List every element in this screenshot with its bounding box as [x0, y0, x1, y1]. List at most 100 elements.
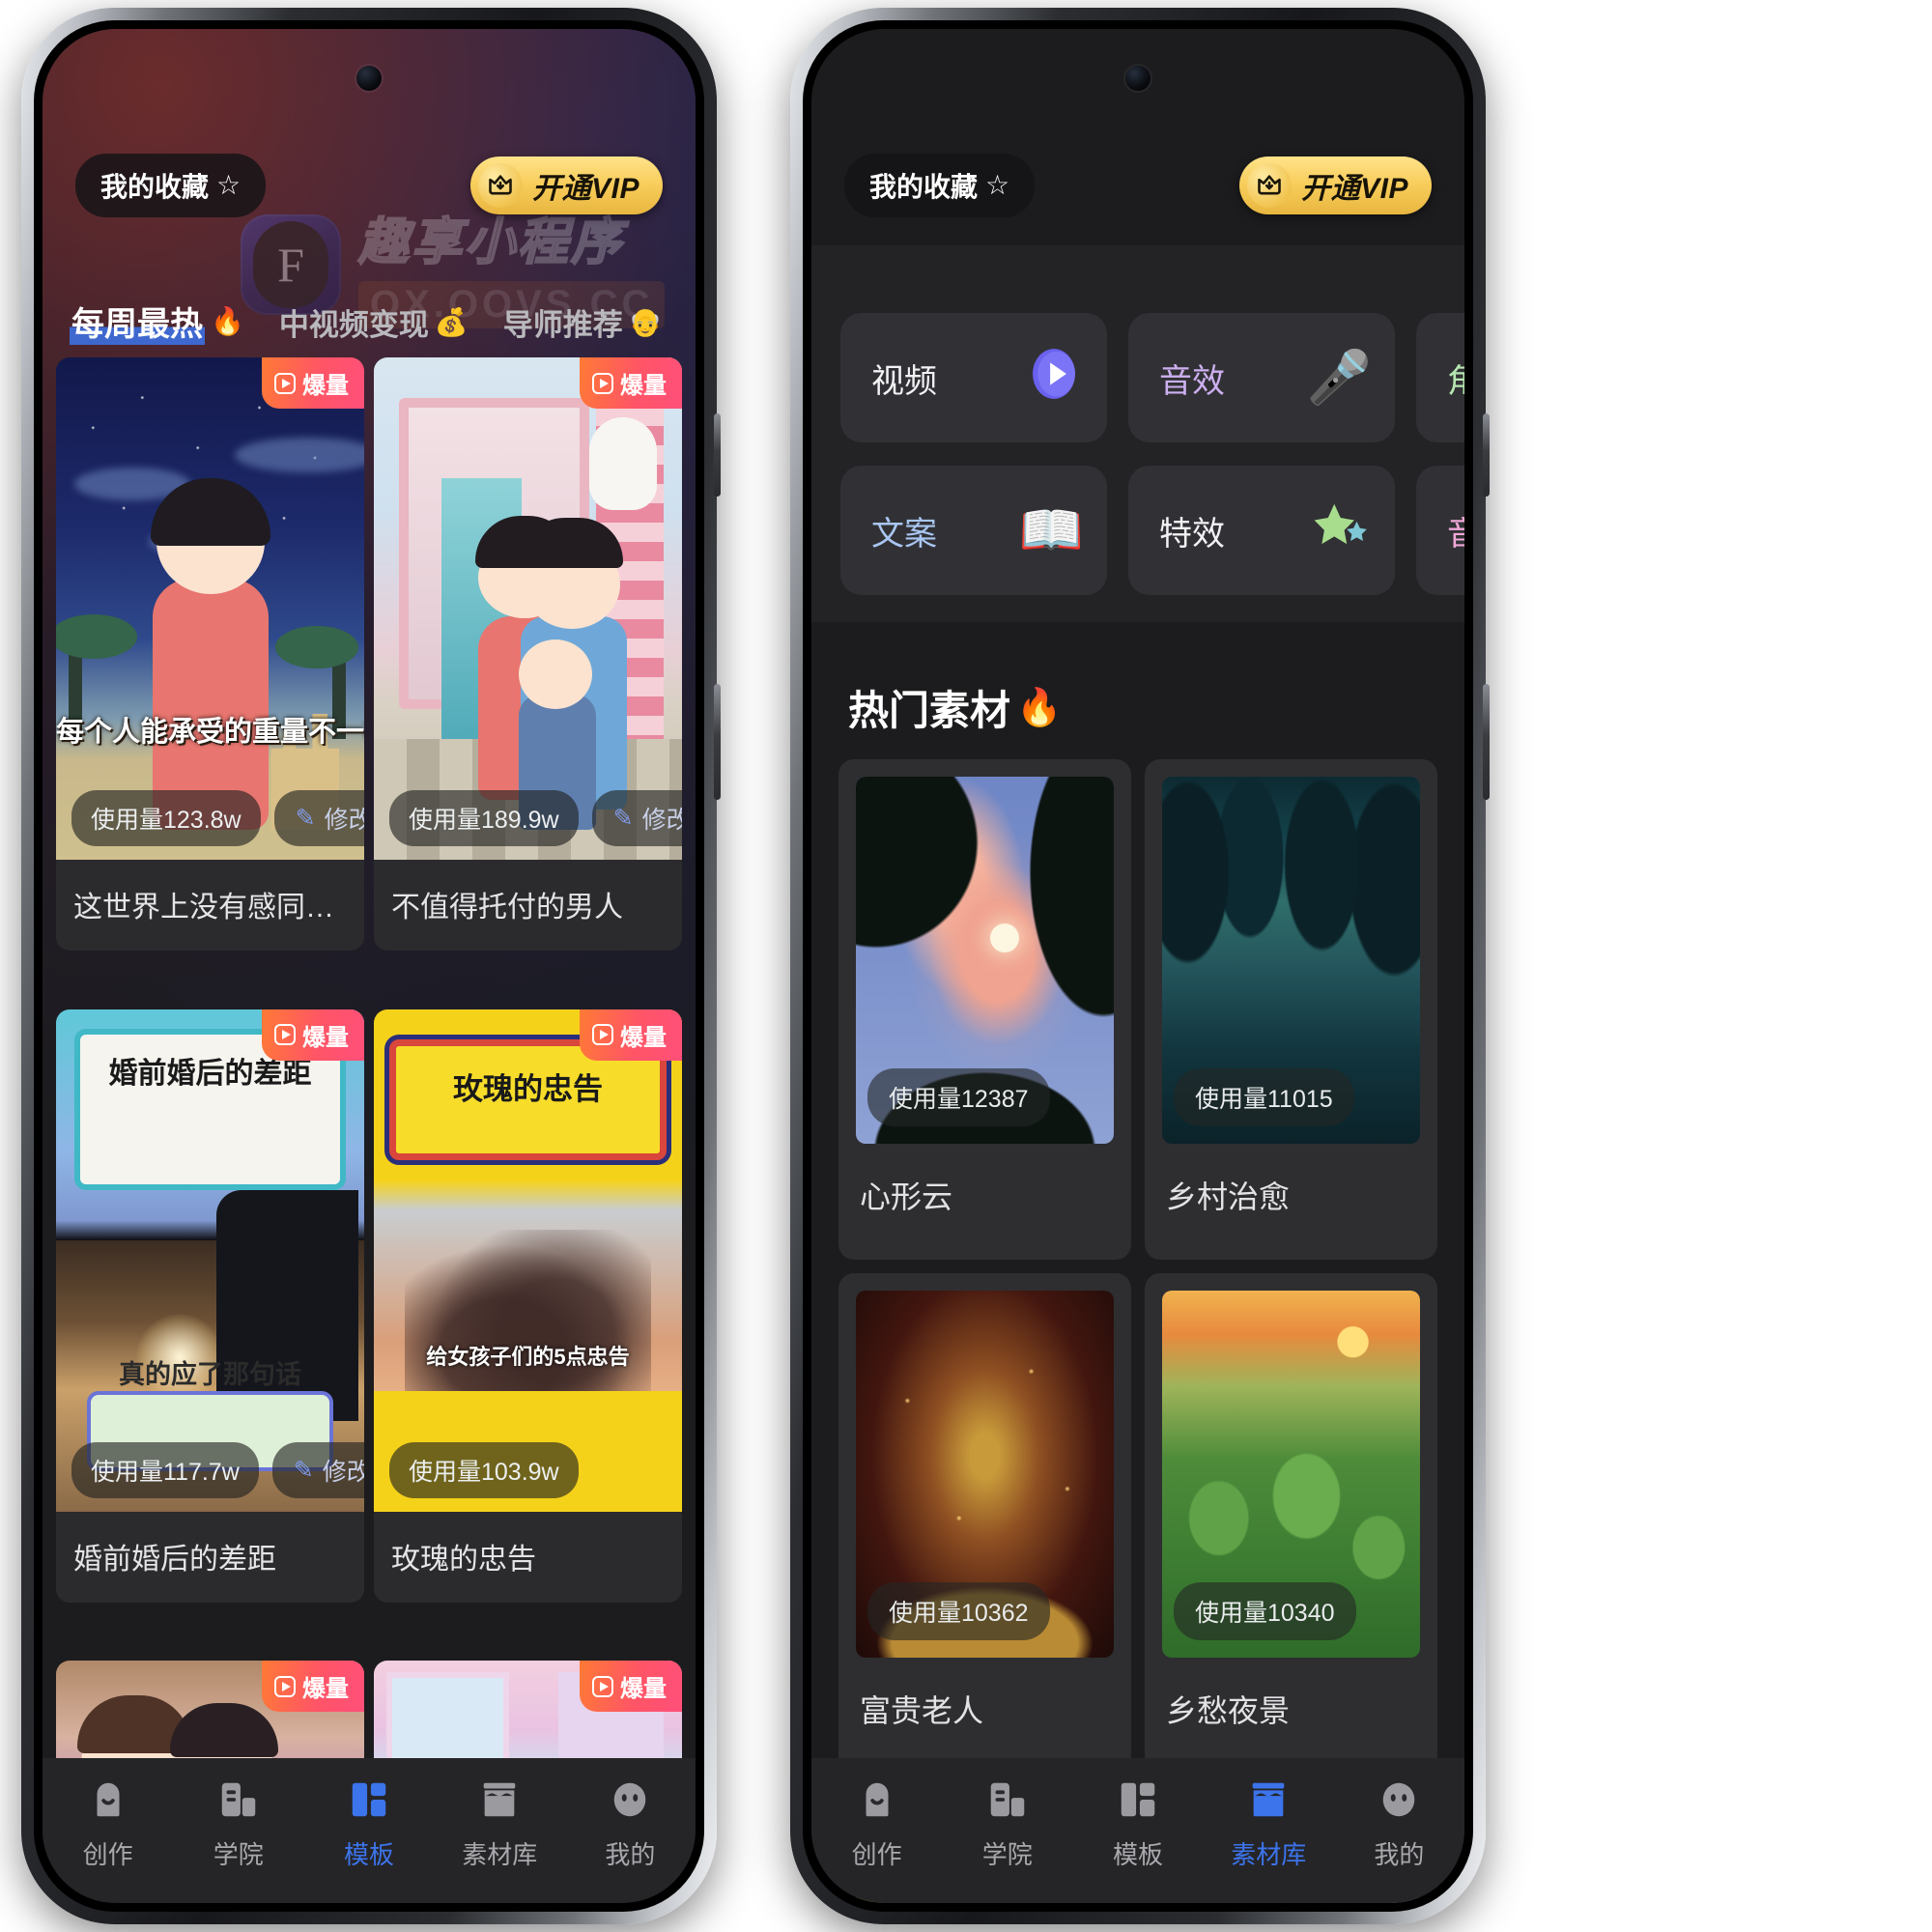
- material-thumbnail[interactable]: 使用量10362: [856, 1291, 1114, 1658]
- material-thumbnail[interactable]: 使用量10340: [1162, 1291, 1420, 1658]
- open-vip-button-left[interactable]: 开通VIP: [470, 156, 663, 214]
- hot-badge: 爆量: [580, 357, 682, 409]
- phone-screen-right: 我的收藏 ☆ 开通VIP 视频 音效 🎤 角 文案 📖 特效 音 热门素材 🔥 …: [811, 29, 1464, 1903]
- edit-button[interactable]: ✎ 修改: [271, 1441, 364, 1498]
- bottom-navigation-right[interactable]: 创作 学院 模板 素材库 我的: [811, 1758, 1464, 1903]
- material-thumbnail[interactable]: 使用量12387: [856, 777, 1114, 1144]
- template-thumbnail[interactable]: 每个人能承受的重量不一样 爆量 使用量123.8w ✎ 修改: [56, 357, 364, 860]
- material-card[interactable]: 使用量10362 富贵老人: [838, 1273, 1131, 1774]
- category-chip-character[interactable]: 角色 👴: [1416, 313, 1464, 442]
- microphone-icon: 🎤: [1306, 349, 1372, 407]
- tab-mentor-recommend[interactable]: 导师推荐 👴: [503, 300, 663, 344]
- material-title: 富贵老人: [860, 1693, 984, 1728]
- nav-item-profile-right[interactable]: 我的: [1334, 1777, 1464, 1871]
- category-label-audio: 音频: [1447, 515, 1464, 553]
- template-meta-row: 使用量123.8w ✎ 修改: [71, 790, 364, 846]
- profile-icon: [614, 1782, 646, 1817]
- template-thumbnail[interactable]: 婚前婚后的差距 真的应了那句话 爆量 使用量117.7w ✎ 修改: [56, 1009, 364, 1512]
- category-chip-effects[interactable]: 特效: [1128, 466, 1395, 595]
- nav-item-template-right[interactable]: 模板: [1072, 1777, 1203, 1871]
- play-icon: [592, 372, 613, 394]
- template-title: 婚前婚后的差距: [73, 1543, 276, 1576]
- nav-label-profile-right: 我的: [1374, 1840, 1425, 1869]
- hot-badge: 爆量: [580, 1661, 682, 1713]
- category-label-sound-effect: 音效: [1159, 362, 1225, 400]
- open-vip-label-right: 开通VIP: [1301, 173, 1408, 205]
- edit-button[interactable]: ✎ 修改: [591, 790, 682, 846]
- top-bar-right: 我的收藏 ☆ 开通VIP: [811, 154, 1464, 217]
- template-thumb-caption-2: 真的应了那句话: [119, 1359, 301, 1389]
- template-meta-row: 使用量103.9w: [389, 1441, 667, 1498]
- volume-button-left[interactable]: [714, 684, 721, 800]
- template-grid[interactable]: 每个人能承受的重量不一样 爆量 使用量123.8w ✎ 修改 这世界上没有感同身…: [43, 357, 696, 1903]
- nav-item-material-left[interactable]: 素材库: [435, 1777, 565, 1871]
- nav-item-profile-left[interactable]: 我的: [565, 1777, 696, 1871]
- play-icon: [274, 372, 296, 394]
- crown-icon-right: [1247, 163, 1293, 208]
- tag-smile-icon: [97, 1782, 120, 1817]
- nav-label-template-right: 模板: [1113, 1840, 1164, 1869]
- category-chip-audio[interactable]: 音频: [1416, 466, 1464, 595]
- template-thumbnail[interactable]: 爆量 使用量189.9w ✎ 修改: [374, 357, 682, 860]
- nav-item-academy-right[interactable]: 学院: [942, 1777, 1072, 1871]
- template-card[interactable]: 婚前婚后的差距 真的应了那句话 爆量 使用量117.7w ✎ 修改 婚前婚后的差…: [56, 1009, 364, 1603]
- nav-item-academy-left[interactable]: 学院: [173, 1777, 303, 1871]
- power-button-right[interactable]: [1483, 413, 1490, 497]
- category-chip-video[interactable]: 视频: [840, 313, 1107, 442]
- hot-badge: 爆量: [262, 1661, 364, 1713]
- my-favorites-button-right[interactable]: 我的收藏 ☆: [844, 154, 1036, 217]
- bottom-navigation-left[interactable]: 创作 学院 模板 素材库 我的: [43, 1758, 696, 1903]
- phone-screen-left: F 趣享小程序 QX.OOVS.CC 我的收藏 ☆ 开通VIP: [43, 29, 696, 1903]
- front-camera-left: [356, 66, 382, 91]
- category-chip-sound-effect[interactable]: 音效 🎤: [1128, 313, 1395, 442]
- usage-count: 使用量117.7w: [71, 1441, 259, 1498]
- my-favorites-label-left: 我的收藏: [100, 172, 210, 202]
- material-card[interactable]: 使用量12387 心形云: [838, 759, 1131, 1260]
- volume-button-right[interactable]: [1483, 684, 1490, 800]
- play-icon: [274, 1024, 296, 1046]
- nav-label-profile-left: 我的: [605, 1840, 656, 1869]
- material-thumbnail[interactable]: 使用量11015: [1162, 777, 1420, 1144]
- book-icon: 📖: [1018, 501, 1084, 559]
- nav-item-template-left[interactable]: 模板: [303, 1777, 434, 1871]
- nav-item-material-right[interactable]: 素材库: [1204, 1777, 1334, 1871]
- template-category-tabs[interactable]: 每周最热 🔥 中视频变现 💰 导师推荐 👴 快速起号 🔥: [43, 298, 696, 345]
- open-vip-button-right[interactable]: 开通VIP: [1239, 156, 1432, 214]
- template-card[interactable]: 玫瑰的忠告 给女孩子们的5点忠告 爆量 使用量103.9w 玫瑰的忠告: [374, 1009, 682, 1603]
- tab-mid-video-monetize[interactable]: 中视频变现 💰: [279, 300, 469, 344]
- template-artwork: [56, 357, 364, 860]
- edit-button[interactable]: ✎ 修改: [273, 790, 364, 846]
- template-meta-row: 使用量117.7w ✎ 修改: [71, 1441, 364, 1498]
- play-icon: [592, 1675, 613, 1697]
- power-button-left[interactable]: [714, 413, 721, 497]
- material-card[interactable]: 使用量11015 乡村治愈: [1145, 759, 1437, 1260]
- hot-badge: 爆量: [580, 1009, 682, 1061]
- hot-badge-label: 爆量: [620, 373, 667, 399]
- old-man-icon: 👴: [628, 307, 663, 337]
- edit-button-label: 修改: [641, 807, 682, 834]
- usage-count: 使用量103.9w: [389, 1441, 579, 1498]
- nav-item-create-left[interactable]: 创作: [43, 1777, 173, 1871]
- store-icon: [483, 1782, 516, 1817]
- sparkle-star-icon: [1312, 497, 1372, 565]
- edit-button-label: 修改: [322, 1458, 364, 1486]
- hot-badge-label: 爆量: [620, 1676, 667, 1703]
- my-favorites-button-left[interactable]: 我的收藏 ☆: [75, 154, 267, 217]
- template-card[interactable]: 爆量 使用量189.9w ✎ 修改 不值得托付的男人: [374, 357, 682, 951]
- nav-item-create-right[interactable]: 创作: [811, 1777, 942, 1871]
- front-camera-right: [1125, 66, 1151, 91]
- hot-badge: 爆量: [262, 357, 364, 409]
- open-vip-label-left: 开通VIP: [532, 173, 639, 205]
- template-card[interactable]: 每个人能承受的重量不一样 爆量 使用量123.8w ✎ 修改 这世界上没有感同身…: [56, 357, 364, 951]
- tab-weekly-hot[interactable]: 每周最热 🔥: [70, 298, 244, 345]
- category-chip-copywriting[interactable]: 文案 📖: [840, 466, 1107, 595]
- material-title: 乡愁夜景: [1166, 1693, 1291, 1728]
- template-thumbnail[interactable]: 玫瑰的忠告 给女孩子们的5点忠告 爆量 使用量103.9w: [374, 1009, 682, 1512]
- material-grid[interactable]: 使用量12387 心形云 使用量11015 乡村治愈 使用量10362 富贵老人: [811, 759, 1464, 1903]
- hot-badge: 爆量: [262, 1009, 364, 1061]
- edit-button-label: 修改: [324, 807, 364, 834]
- material-card[interactable]: 使用量10340 乡愁夜景: [1145, 1273, 1437, 1774]
- material-category-grid[interactable]: 视频 音效 🎤 角色 👴 背景 🏞: [840, 313, 1464, 595]
- usage-count: 使用量123.8w: [71, 790, 261, 846]
- material-category-panel[interactable]: 视频 音效 🎤 角色 👴 背景 🏞: [811, 245, 1464, 622]
